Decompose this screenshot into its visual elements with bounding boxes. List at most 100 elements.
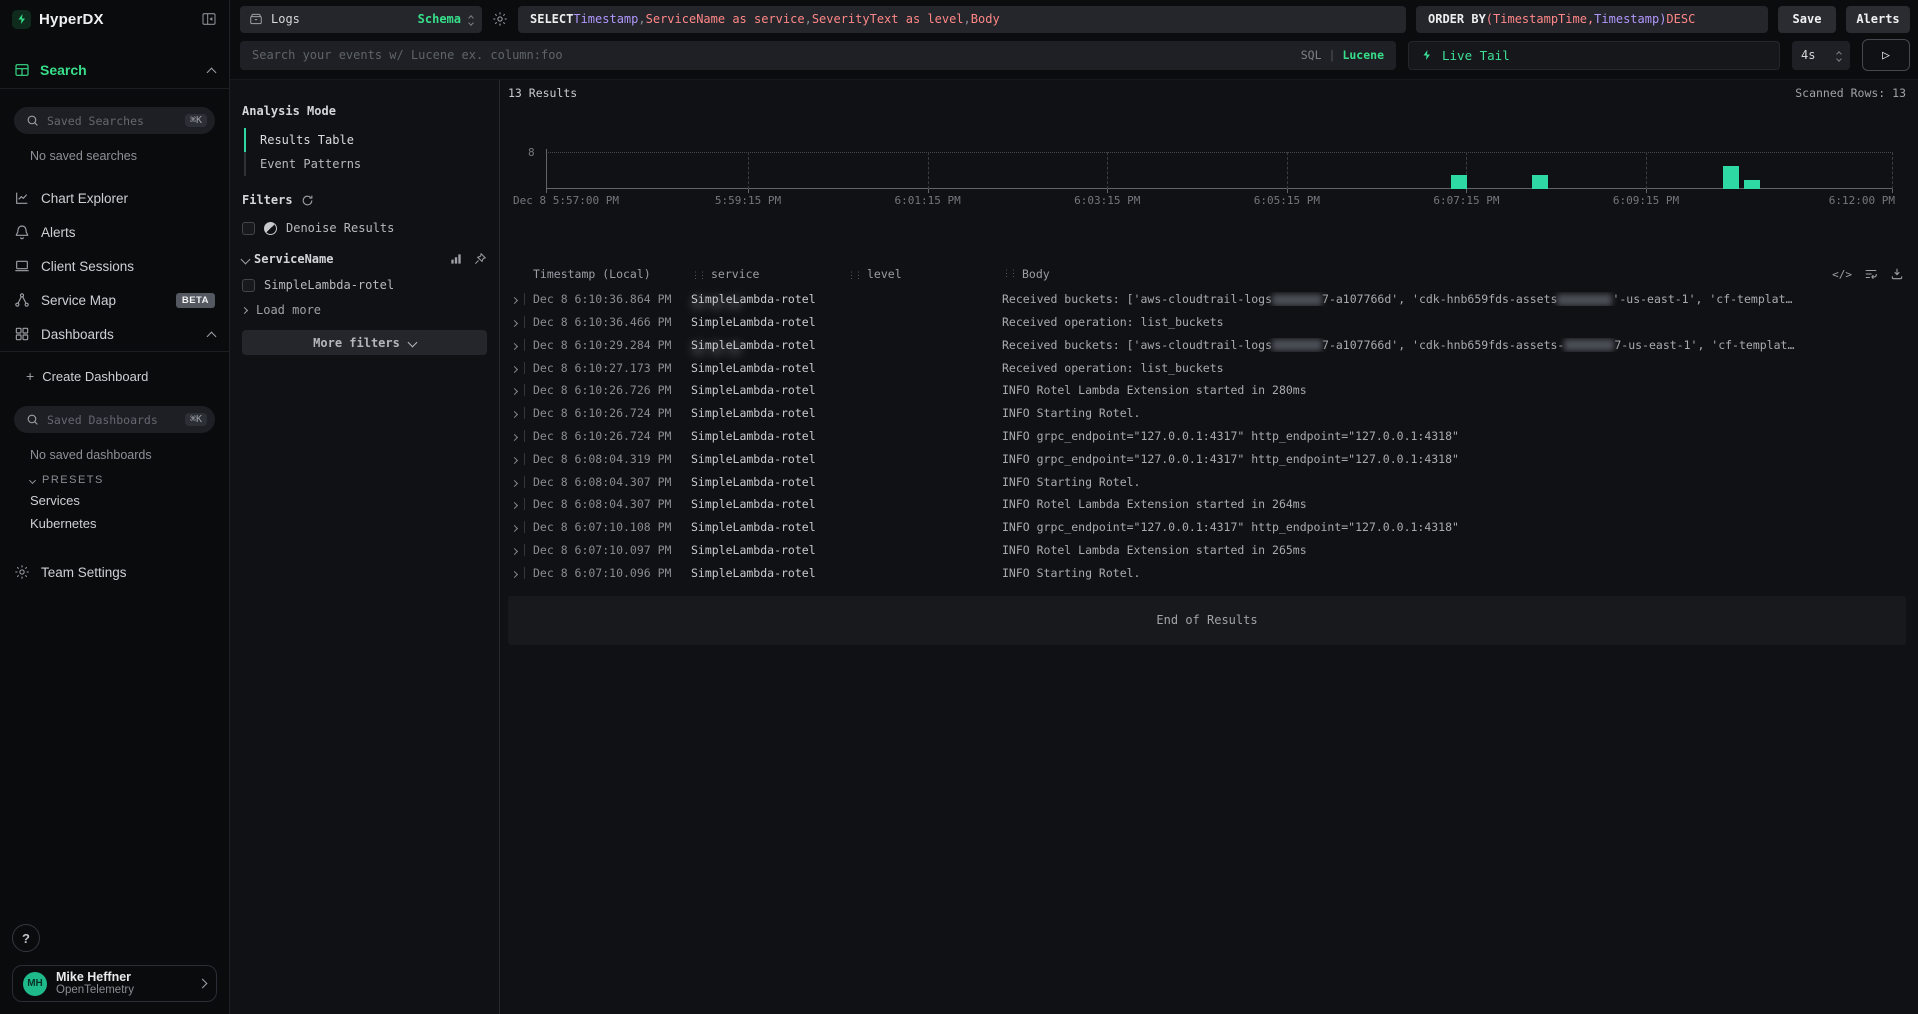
row-expander[interactable] xyxy=(508,315,524,329)
drag-handle-icon[interactable]: ⋮⋮ xyxy=(847,271,861,281)
x-axis-tick-label: 6:03:15 PM xyxy=(1074,194,1140,207)
table-row[interactable]: Dec 8 6:10:26.726 PMSimpleLambda-rotelIN… xyxy=(508,379,1906,402)
help-button[interactable]: ? xyxy=(12,924,40,952)
column-header-timestamp[interactable]: Timestamp (Local) xyxy=(533,267,691,281)
row-expander[interactable] xyxy=(508,429,524,443)
lucene-toggle[interactable]: Lucene xyxy=(1342,48,1384,62)
row-expander[interactable] xyxy=(508,452,524,466)
facet-servicename[interactable]: ServiceName xyxy=(242,252,487,266)
preset-item-services[interactable]: Services xyxy=(0,489,229,512)
plus-icon: + xyxy=(26,368,34,384)
row-expander[interactable] xyxy=(508,406,524,420)
sidebar-item-alerts[interactable]: Alerts xyxy=(0,215,229,249)
mode-event-patterns[interactable]: Event Patterns xyxy=(244,152,499,176)
histogram-bar[interactable] xyxy=(1532,175,1548,189)
refresh-icon[interactable] xyxy=(301,194,314,207)
sidebar-item-team-settings[interactable]: Team Settings xyxy=(0,555,229,589)
user-menu[interactable]: MH Mike Heffner OpenTelemetry xyxy=(12,965,217,1002)
column-header-body[interactable]: ⋮⋮ Body </> xyxy=(1002,267,1906,281)
sidebar-item-client-sessions[interactable]: Client Sessions xyxy=(0,249,229,283)
cell-timestamp: Dec 8 6:10:26.726 PM xyxy=(533,383,691,397)
table-row[interactable]: Dec 8 6:08:04.319 PMSimpleLambda-rotelIN… xyxy=(508,447,1906,470)
table-row[interactable]: Dec 8 6:07:10.097 PMSimpleLambda-rotelIN… xyxy=(508,538,1906,561)
cell-timestamp: Dec 8 6:08:04.319 PM xyxy=(533,452,691,466)
table-row[interactable]: Dec 8 6:10:27.173 PMSimpleLambda-rotelRe… xyxy=(508,356,1906,379)
facet-value-row[interactable]: SimpleLambda-rotel xyxy=(242,278,499,292)
create-dashboard-button[interactable]: + Create Dashboard xyxy=(0,364,229,388)
preset-item-kubernetes[interactable]: Kubernetes xyxy=(0,512,229,535)
axis-tick xyxy=(1466,189,1467,193)
table-row[interactable]: Dec 8 6:10:36.466 PMSimpleLambda-rotelRe… xyxy=(508,311,1906,334)
table-row[interactable]: Dec 8 6:07:10.096 PMSimpleLambda-rotelIN… xyxy=(508,561,1906,584)
pin-icon[interactable] xyxy=(473,252,487,266)
collapse-sidebar-icon[interactable] xyxy=(201,11,217,27)
live-tail-button[interactable]: Live Tail xyxy=(1408,41,1780,70)
table-row[interactable]: Dec 8 6:08:04.307 PMSimpleLambda-rotelIN… xyxy=(508,470,1906,493)
settings-gear-icon[interactable] xyxy=(492,11,508,27)
drag-handle-icon[interactable]: ⋮⋮ xyxy=(691,271,705,281)
denoise-filter[interactable]: Denoise Results xyxy=(242,221,499,235)
saved-dashboards-input[interactable]: Saved Dashboards ⌘K xyxy=(14,406,215,433)
table-row[interactable]: Dec 8 6:10:36.864 PMSimpleLambda-rotelRe… xyxy=(508,288,1906,311)
download-icon[interactable] xyxy=(1890,267,1904,281)
wrap-text-icon[interactable] xyxy=(1864,267,1878,281)
sidebar-item-dashboards[interactable]: Dashboards xyxy=(0,317,229,351)
sql-toggle[interactable]: SQL xyxy=(1301,48,1322,62)
sidebar-item-chart-explorer[interactable]: Chart Explorer xyxy=(0,181,229,215)
row-expander[interactable] xyxy=(508,497,524,511)
refresh-interval-select[interactable]: 4s xyxy=(1792,41,1850,70)
order-by-input[interactable]: ORDER BY (TimestampTime, Timestamp) DESC xyxy=(1416,6,1768,33)
row-expander[interactable] xyxy=(508,520,524,534)
load-more-button[interactable]: Load more xyxy=(242,303,499,317)
interval-stepper-icon[interactable] xyxy=(1837,50,1841,61)
bar-chart-icon[interactable] xyxy=(449,252,463,266)
row-expander[interactable] xyxy=(508,361,524,375)
histogram-bar[interactable] xyxy=(1451,175,1467,189)
sidebar-item-search[interactable]: Search xyxy=(0,52,229,88)
lightning-icon xyxy=(1421,49,1433,61)
results-histogram[interactable]: 8 Dec 8 5:57:00 PM5:59:15 PM6:01:15 PM6:… xyxy=(508,108,1906,212)
histogram-bar[interactable] xyxy=(1723,166,1739,189)
row-expander[interactable] xyxy=(508,338,524,352)
row-expander[interactable] xyxy=(508,566,524,580)
chevron-down-icon xyxy=(407,338,417,348)
denoise-checkbox[interactable] xyxy=(242,222,255,235)
schema-link[interactable]: Schema xyxy=(418,12,461,26)
row-expander[interactable] xyxy=(508,383,524,397)
alerts-button[interactable]: Alerts xyxy=(1846,6,1910,33)
chevron-up-icon[interactable] xyxy=(207,67,217,77)
table-row[interactable]: Dec 8 6:10:26.724 PMSimpleLambda-rotelIN… xyxy=(508,425,1906,448)
facet-value-checkbox[interactable] xyxy=(242,279,255,292)
table-row[interactable]: Dec 8 6:08:04.307 PMSimpleLambda-rotelIN… xyxy=(508,493,1906,516)
query-row: Logs Schema SELECT Timestamp, ServiceNam… xyxy=(240,5,1910,33)
column-label: Body xyxy=(1022,267,1050,281)
chart-line-icon xyxy=(14,190,30,206)
presets-section-toggle[interactable]: PRESETS xyxy=(0,471,229,489)
save-button[interactable]: Save xyxy=(1778,6,1836,33)
cell-timestamp: Dec 8 6:08:04.307 PM xyxy=(533,475,691,489)
drag-handle-icon[interactable]: ⋮⋮ xyxy=(1002,269,1016,279)
select-clause-input[interactable]: SELECT Timestamp, ServiceName as service… xyxy=(518,6,1406,33)
event-search-input[interactable]: Search your events w/ Lucene ex. column:… xyxy=(240,41,1396,70)
language-toggle[interactable]: SQL | Lucene xyxy=(1301,48,1384,62)
row-expander[interactable] xyxy=(508,543,524,557)
results-count: 13 Results xyxy=(508,86,577,100)
source-selector[interactable]: Logs Schema xyxy=(240,6,482,33)
play-button[interactable]: ▷ xyxy=(1862,39,1910,71)
table-row[interactable]: Dec 8 6:10:26.724 PMSimpleLambda-rotelIN… xyxy=(508,402,1906,425)
cell-body: INFO Starting Rotel. xyxy=(1002,566,1906,580)
table-row[interactable]: Dec 8 6:10:29.284 PMSimpleLambda-rotelRe… xyxy=(508,334,1906,357)
row-expander[interactable] xyxy=(508,475,524,489)
column-header-level[interactable]: ⋮⋮level xyxy=(847,267,1002,281)
row-expander[interactable] xyxy=(508,292,524,306)
sidebar-item-service-map[interactable]: Service Map BETA xyxy=(0,283,229,317)
code-view-icon[interactable]: </> xyxy=(1832,268,1852,281)
more-filters-button[interactable]: More filters xyxy=(242,330,487,355)
column-header-service[interactable]: ⋮⋮service xyxy=(691,267,847,281)
saved-searches-input[interactable]: Saved Searches ⌘K xyxy=(14,107,215,134)
mode-results-table[interactable]: Results Table xyxy=(244,128,499,152)
chevron-up-icon[interactable] xyxy=(207,331,217,341)
table-row[interactable]: Dec 8 6:07:10.108 PMSimpleLambda-rotelIN… xyxy=(508,516,1906,539)
histogram-bar[interactable] xyxy=(1744,180,1760,189)
sql-segment: Timestamp) xyxy=(1594,12,1666,26)
